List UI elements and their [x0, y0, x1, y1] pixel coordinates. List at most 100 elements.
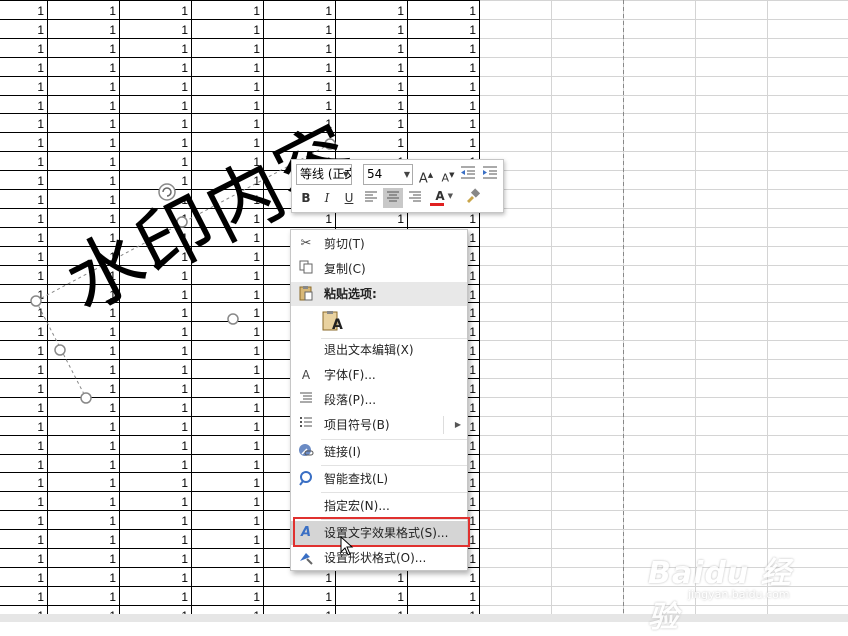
cell-value[interactable]: 1: [181, 439, 188, 453]
cell-value[interactable]: 1: [109, 42, 116, 56]
menu-item-bullets[interactable]: 项目符号(B) ▶: [291, 413, 467, 437]
cell-value[interactable]: 1: [253, 99, 260, 113]
cell-value[interactable]: 1: [325, 61, 332, 75]
cell-value[interactable]: 1: [469, 363, 476, 377]
cell-value[interactable]: 1: [397, 42, 404, 56]
cell-value[interactable]: 1: [469, 514, 476, 528]
cell-value[interactable]: 1: [253, 401, 260, 415]
cell-value[interactable]: 1: [397, 117, 404, 131]
cell-value[interactable]: 1: [469, 99, 476, 113]
cell-value[interactable]: 1: [253, 533, 260, 547]
decrease-indent-button[interactable]: [458, 165, 478, 185]
menu-item-smart-lookup[interactable]: 智能查找(L): [291, 467, 467, 491]
cell-value[interactable]: 1: [181, 476, 188, 490]
cell-value[interactable]: 1: [253, 269, 260, 283]
cell-value[interactable]: 1: [181, 288, 188, 302]
cell-value[interactable]: 1: [397, 99, 404, 113]
cell-value[interactable]: 1: [253, 61, 260, 75]
cell-value[interactable]: 1: [181, 344, 188, 358]
cell-value[interactable]: 1: [109, 80, 116, 94]
cell-value[interactable]: 1: [37, 306, 44, 320]
cell-value[interactable]: 1: [37, 155, 44, 169]
cell-value[interactable]: 1: [469, 420, 476, 434]
cell-value[interactable]: 1: [325, 4, 332, 18]
cell-value[interactable]: 1: [109, 117, 116, 131]
menu-item-exit-text-edit[interactable]: 退出文本编辑(X): [291, 338, 467, 362]
menu-item-assign-macro[interactable]: 指定宏(N)...: [291, 494, 467, 518]
cell-value[interactable]: 1: [37, 231, 44, 245]
cell-value[interactable]: 1: [469, 590, 476, 604]
cell-value[interactable]: 1: [109, 136, 116, 150]
cell-value[interactable]: 1: [37, 61, 44, 75]
cell-value[interactable]: 1: [181, 495, 188, 509]
cell-value[interactable]: 1: [109, 458, 116, 472]
cell-value[interactable]: 1: [37, 325, 44, 339]
cell-value[interactable]: 1: [109, 325, 116, 339]
cell-value[interactable]: 1: [469, 4, 476, 18]
cell-value[interactable]: 1: [37, 250, 44, 264]
cell-value[interactable]: 1: [397, 212, 404, 226]
cell-value[interactable]: 1: [37, 80, 44, 94]
cell-value[interactable]: 1: [37, 458, 44, 472]
cell-value[interactable]: 1: [37, 344, 44, 358]
menu-item-font[interactable]: A 字体(F)...: [291, 363, 467, 387]
cell-value[interactable]: 1: [109, 571, 116, 585]
cell-value[interactable]: 1: [109, 23, 116, 37]
cell-value[interactable]: 1: [397, 4, 404, 18]
cell-value[interactable]: 1: [397, 136, 404, 150]
cell-value[interactable]: 1: [181, 23, 188, 37]
resize-handle[interactable]: [54, 344, 66, 356]
cell-value[interactable]: 1: [109, 61, 116, 75]
cell-value[interactable]: 1: [253, 42, 260, 56]
cell-value[interactable]: 1: [181, 590, 188, 604]
cell-value[interactable]: 1: [397, 80, 404, 94]
cell-value[interactable]: 1: [109, 174, 116, 188]
cell-value[interactable]: 1: [469, 325, 476, 339]
cell-value[interactable]: 1: [469, 42, 476, 56]
cell-value[interactable]: 1: [181, 458, 188, 472]
cell-value[interactable]: 1: [181, 363, 188, 377]
cell-value[interactable]: 1: [325, 212, 332, 226]
cell-value[interactable]: 1: [253, 495, 260, 509]
cell-value[interactable]: 1: [469, 458, 476, 472]
cell-value[interactable]: 1: [37, 552, 44, 566]
cell-value[interactable]: 1: [37, 193, 44, 207]
cell-value[interactable]: 1: [325, 23, 332, 37]
cell-value[interactable]: 1: [109, 552, 116, 566]
cell-value[interactable]: 1: [181, 80, 188, 94]
cell-value[interactable]: 1: [109, 420, 116, 434]
cell-value[interactable]: 1: [469, 117, 476, 131]
cell-value[interactable]: 1: [109, 155, 116, 169]
cell-value[interactable]: 1: [181, 117, 188, 131]
menu-item-copy[interactable]: 复制(C): [291, 257, 467, 281]
cell-value[interactable]: 1: [469, 495, 476, 509]
format-painter-button[interactable]: [462, 188, 482, 208]
cell-value[interactable]: 1: [37, 99, 44, 113]
cell-value[interactable]: 1: [37, 590, 44, 604]
font-color-button[interactable]: A ▼: [427, 186, 453, 206]
cell-value[interactable]: 1: [253, 288, 260, 302]
cell-value[interactable]: 1: [253, 590, 260, 604]
cell-value[interactable]: 1: [181, 382, 188, 396]
resize-handle[interactable]: [80, 392, 92, 404]
cell-value[interactable]: 1: [37, 476, 44, 490]
cell-value[interactable]: 1: [181, 155, 188, 169]
cell-value[interactable]: 1: [181, 401, 188, 415]
cell-value[interactable]: 1: [469, 401, 476, 415]
cell-value[interactable]: 1: [109, 363, 116, 377]
cell-value[interactable]: 1: [37, 533, 44, 547]
cell-value[interactable]: 1: [109, 99, 116, 113]
cell-value[interactable]: 1: [469, 533, 476, 547]
cell-value[interactable]: 1: [253, 325, 260, 339]
cell-value[interactable]: 1: [109, 476, 116, 490]
cell-value[interactable]: 1: [253, 363, 260, 377]
cell-value[interactable]: 1: [181, 571, 188, 585]
cell-value[interactable]: 1: [469, 552, 476, 566]
grow-font-button[interactable]: A▲: [416, 165, 436, 186]
cell-value[interactable]: 1: [469, 382, 476, 396]
cell-value[interactable]: 1: [253, 344, 260, 358]
cell-value[interactable]: 1: [397, 61, 404, 75]
cell-value[interactable]: 1: [37, 23, 44, 37]
cell-value[interactable]: 1: [109, 193, 116, 207]
cell-value[interactable]: 1: [109, 533, 116, 547]
